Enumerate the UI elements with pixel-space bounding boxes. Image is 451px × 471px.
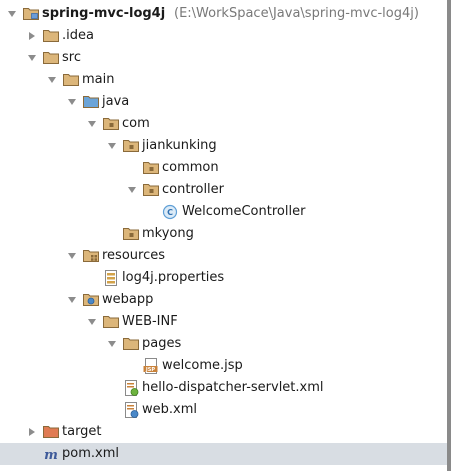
tree-row[interactable]: m pom.xml (0, 443, 447, 465)
project-tree[interactable]: spring-mvc-log4j (E:\WorkSpace\Java\sprin… (0, 0, 447, 471)
tree-item-label: welcome.jsp (162, 358, 243, 373)
expand-arrow-icon[interactable] (26, 25, 38, 47)
tree-row[interactable]: pages (0, 333, 447, 355)
tree-row[interactable]: spring-mvc-log4j (E:\WorkSpace\Java\sprin… (0, 3, 447, 25)
tree-item-label: hello-dispatcher-servlet.xml (142, 380, 324, 395)
tree-row[interactable]: log4j.properties (0, 267, 447, 289)
tree-item-label: spring-mvc-log4j (42, 6, 166, 21)
maven-file-icon: m (42, 445, 60, 463)
tree-row[interactable]: java (0, 91, 447, 113)
tree-item-label: main (82, 72, 115, 87)
tree-item-label: mkyong (142, 226, 194, 241)
collapse-arrow-icon[interactable] (106, 333, 118, 355)
tree-row[interactable]: target (0, 421, 447, 443)
collapse-arrow-icon[interactable] (66, 289, 78, 311)
collapse-arrow-icon[interactable] (66, 91, 78, 113)
folder-icon (42, 27, 60, 45)
tree-row[interactable]: common (0, 157, 447, 179)
tree-item-label: web.xml (142, 402, 197, 417)
collapse-arrow-icon[interactable] (6, 3, 18, 25)
tree-row[interactable]: main (0, 69, 447, 91)
web-xml-file-icon (122, 401, 140, 419)
tree-item-label: resources (102, 248, 166, 263)
package-icon (142, 181, 160, 199)
tree-item-label: WelcomeController (182, 204, 306, 219)
tree-row[interactable]: com (0, 113, 447, 135)
tree-item-label: java (102, 94, 130, 109)
svg-text:m: m (44, 448, 58, 463)
tree-row[interactable]: JSP welcome.jsp (0, 355, 447, 377)
tree-row[interactable]: C WelcomeController (0, 201, 447, 223)
folder-icon (122, 335, 140, 353)
spring-xml-file-icon (122, 379, 140, 397)
properties-file-icon (102, 269, 120, 287)
expand-arrow-icon[interactable] (26, 421, 38, 443)
collapse-arrow-icon[interactable] (26, 47, 38, 69)
tree-item-label: pages (142, 336, 182, 351)
project-path: (E:\WorkSpace\Java\spring-mvc-log4j) (174, 6, 419, 21)
tree-row[interactable]: jiankunking (0, 135, 447, 157)
tree-item-label: controller (162, 182, 225, 197)
collapse-arrow-icon[interactable] (106, 135, 118, 157)
tree-item-label: com (122, 116, 150, 131)
tree-item-label: target (62, 424, 102, 439)
excluded-folder-icon (42, 423, 60, 441)
tree-item-label: common (162, 160, 219, 175)
folder-icon (102, 313, 120, 331)
folder-icon (42, 49, 60, 67)
package-icon (122, 137, 140, 155)
tree-item-label: src (62, 50, 81, 65)
tree-item-label: jiankunking (142, 138, 217, 153)
svg-text:C: C (167, 208, 173, 217)
collapse-arrow-icon[interactable] (46, 69, 58, 91)
tree-row[interactable]: controller (0, 179, 447, 201)
tree-row[interactable]: mkyong (0, 223, 447, 245)
jsp-file-icon: JSP (142, 357, 160, 375)
resources-folder-icon (82, 247, 100, 265)
scrollbar-thumb[interactable] (447, 0, 451, 471)
tree-item-label: pom.xml (62, 446, 119, 461)
package-icon (122, 225, 140, 243)
tree-item-label: log4j.properties (122, 270, 225, 285)
tree-item-label: WEB-INF (122, 314, 178, 329)
source-root-folder-icon (82, 93, 100, 111)
collapse-arrow-icon[interactable] (66, 245, 78, 267)
vertical-scrollbar[interactable] (447, 0, 451, 471)
collapse-arrow-icon[interactable] (86, 113, 98, 135)
tree-row[interactable]: hello-dispatcher-servlet.xml (0, 377, 447, 399)
tree-item-label: .idea (62, 28, 94, 43)
package-icon (142, 159, 160, 177)
tree-item-label: webapp (102, 292, 154, 307)
tree-row[interactable]: webapp (0, 289, 447, 311)
package-icon (102, 115, 120, 133)
tree-row[interactable]: src (0, 47, 447, 69)
collapse-arrow-icon[interactable] (126, 179, 138, 201)
svg-text:JSP: JSP (145, 367, 155, 373)
tree-row[interactable]: web.xml (0, 399, 447, 421)
tree-row[interactable]: resources (0, 245, 447, 267)
folder-icon (62, 71, 80, 89)
collapse-arrow-icon[interactable] (86, 311, 98, 333)
module-folder-icon (22, 5, 40, 23)
tree-row[interactable]: .idea (0, 25, 447, 47)
tree-row[interactable]: WEB-INF (0, 311, 447, 333)
web-folder-icon (82, 291, 100, 309)
java-class-icon: C (162, 203, 180, 221)
